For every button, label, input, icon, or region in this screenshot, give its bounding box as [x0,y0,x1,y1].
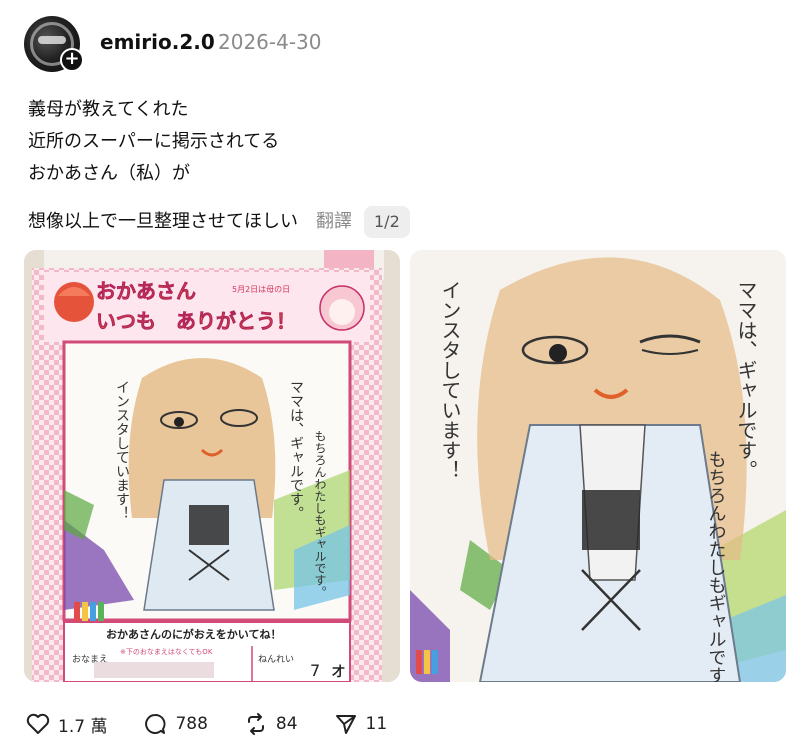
poster-age-unit: 才 [332,664,345,680]
poster-name-note: ※下のおなまえはなくてもOK [120,648,213,656]
post-line-2: 近所のスーパーに掲示されてる [28,131,280,152]
post-image-1[interactable]: おかあさん いつも ありがとう！ 5月2日は母の日 インスタしています！ ママは… [24,250,400,682]
share-button[interactable]: 11 [334,712,388,736]
comment-icon [145,714,166,734]
comment-button[interactable]: 788 [143,712,208,736]
post-last-line: 想像以上で一旦整理させてほしい 翻譯 1/2 [28,206,410,238]
closeup-vertical-left: インスタしています！ [438,280,462,480]
post-line-4: 想像以上で一旦整理させてほしい [28,211,298,232]
heart-icon [26,713,50,734]
poster-age-label: ねんれい [258,654,294,665]
closeup-vertical-right1: ママは、ギャルです。 [734,280,758,480]
translate-button[interactable]: 翻譯 [316,208,352,236]
like-count: 1.7 萬 [58,716,108,737]
closeup-vertical-right2: もちろんわたしもギャルです。 [706,450,727,682]
repost-button[interactable]: 84 [244,712,298,736]
post-line-3: おかあさん（私）が [28,163,190,184]
repost-count: 84 [275,714,298,734]
drawing-closeup: インスタしています！ ママは、ギャルです。 もちろんわたしもギャルです。 [410,250,786,682]
poster-vertical-left: インスタしています！ [114,380,130,520]
poster-header-line2: いつも ありがとう！ [96,309,296,333]
post-line-1: 義母が教えてくれた [28,99,189,120]
avatar-face [38,36,66,44]
drawing-poster: おかあさん いつも ありがとう！ 5月2日は母の日 インスタしています！ ママは… [24,250,400,682]
poster-vertical-right2: もちろんわたしもギャルです。 [313,430,327,598]
post-date: 2026-4-30 [218,30,322,54]
post-image-2[interactable]: インスタしています！ ママは、ギャルです。 もちろんわたしもギャルです。 [410,250,786,682]
crayons-icon [416,650,438,674]
username[interactable]: emirio.2.0 [100,30,215,54]
poster-caption: おかあさんのにがおえをかいてね！ [106,627,281,641]
repost-icon [247,713,264,735]
comment-count: 788 [175,714,208,734]
follow-plus-icon[interactable]: + [60,48,84,72]
post-text: 義母が教えてくれた 近所のスーパーに掲示されてる おかあさん（私）が [28,94,748,190]
share-count: 11 [365,714,388,734]
poster-header-small: 5月2日は母の日 [232,285,290,294]
like-button[interactable]: 1.7 萬 [26,712,107,737]
send-icon [335,715,356,734]
poster-vertical-right1: ママは、ギャルです。 [288,380,304,520]
post-actions: 1.7 萬 788 84 11 [26,708,423,740]
poster-age-value: 7 [310,661,320,680]
page-indicator: 1/2 [364,206,410,238]
poster-header-line1: おかあさん [96,279,196,303]
